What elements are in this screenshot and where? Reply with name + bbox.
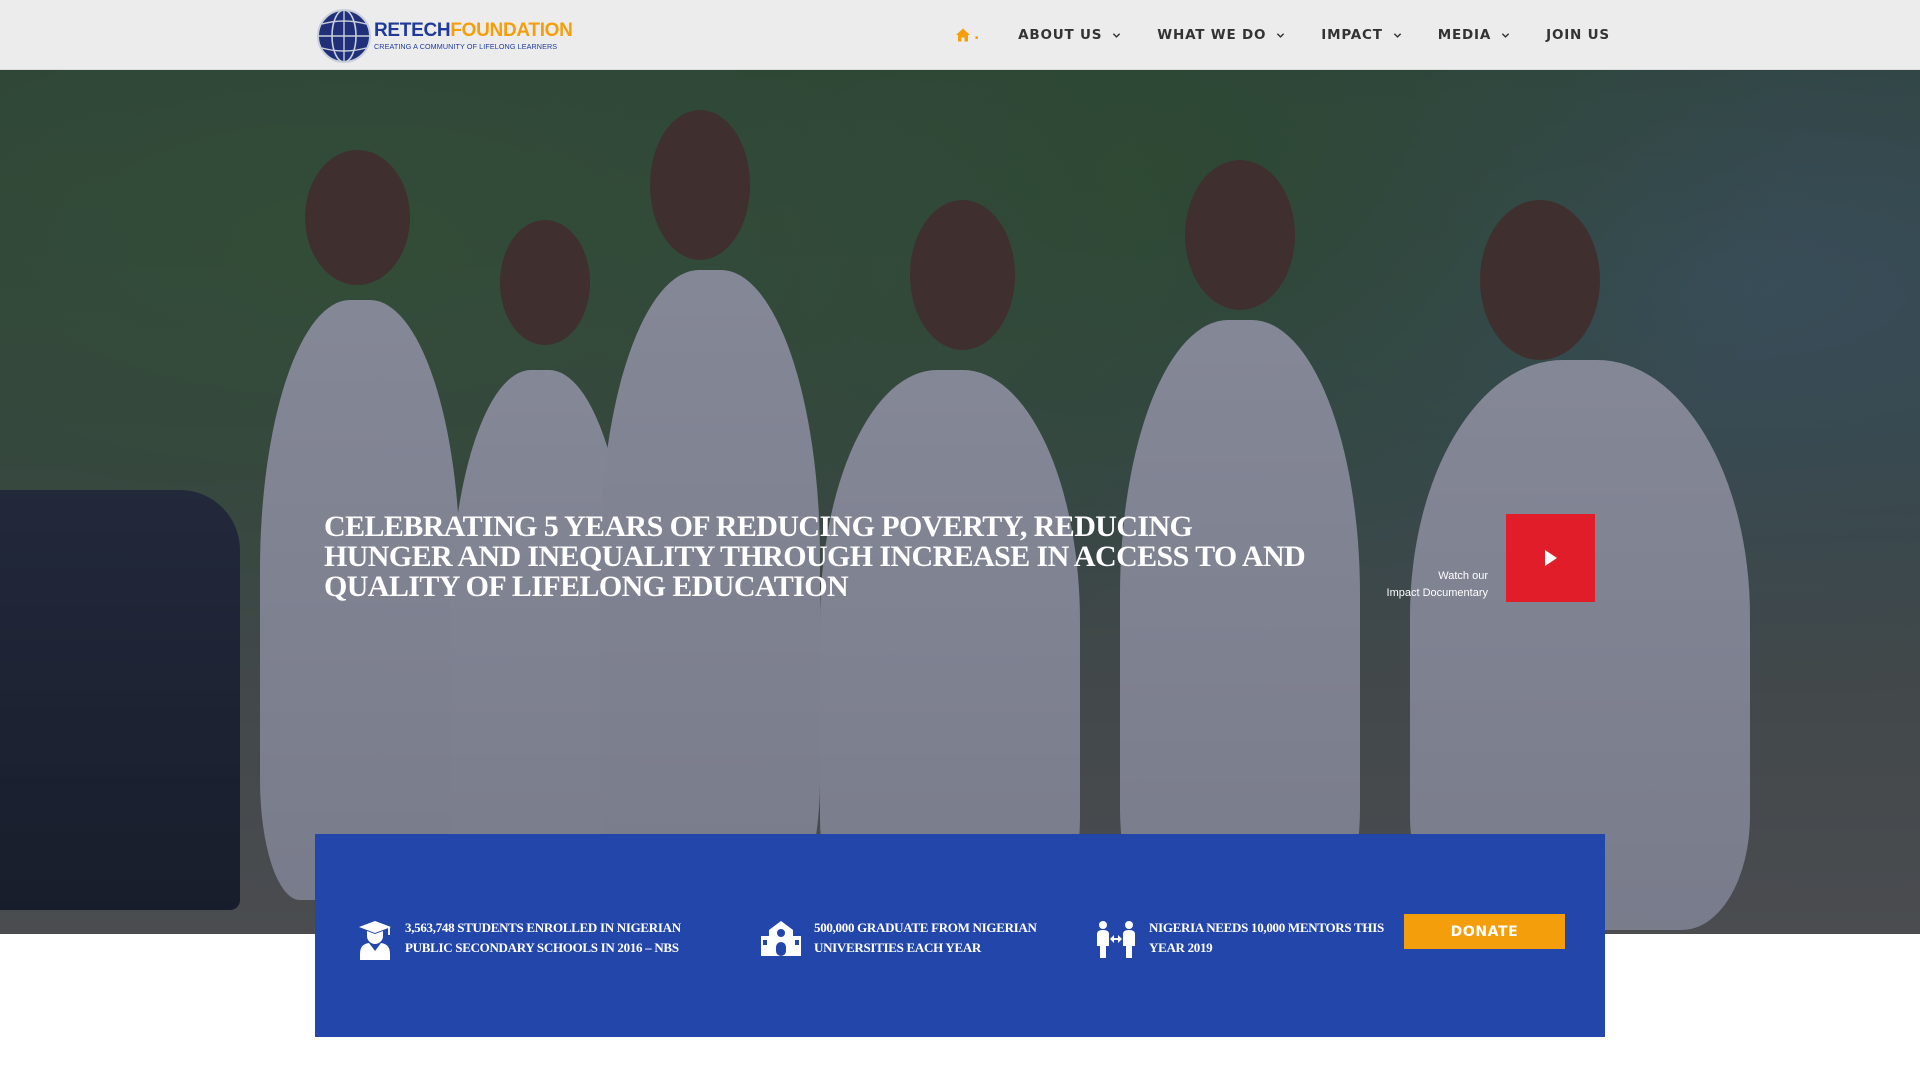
site-header: RETECHFOUNDATION CREATING A COMMUNITY OF… xyxy=(0,0,1920,70)
logo-text: RETECHFOUNDATION CREATING A COMMUNITY OF… xyxy=(374,21,573,52)
play-documentary-button[interactable] xyxy=(1506,514,1595,602)
hero-headline: CELEBRATING 5 YEARS OF REDUCING POVERTY,… xyxy=(324,510,1306,603)
nav-home-label: . xyxy=(974,27,981,43)
nav-join-us-label: JOIN US xyxy=(1546,27,1610,43)
stat-graduates: 500,000 GRADUATE FROM NIGERIAN UNIVERSIT… xyxy=(760,920,1060,958)
hero-banner xyxy=(0,70,1920,934)
hero-dark-overlay xyxy=(0,70,1920,934)
watch-documentary-caption: Watch our Impact Documentary xyxy=(1330,568,1488,602)
watch-line-2: Impact Documentary xyxy=(1386,587,1488,599)
nav-media[interactable]: MEDIA xyxy=(1438,27,1510,43)
logo-tagline: CREATING A COMMUNITY OF LIFELONG LEARNER… xyxy=(374,42,558,51)
chevron-down-icon xyxy=(1113,32,1121,38)
mentorship-icon xyxy=(1097,921,1135,958)
nav-about-us-label: ABOUT US xyxy=(1018,27,1103,43)
nav-join-us[interactable]: JOIN US xyxy=(1546,27,1610,43)
home-icon xyxy=(956,28,970,42)
stat-students: 3,563,748 STUDENTS ENROLLED IN NIGERIAN … xyxy=(357,920,717,960)
school-building-icon xyxy=(761,921,801,956)
nav-home[interactable]: . xyxy=(955,27,980,43)
nav-what-we-do[interactable]: WHAT WE DO xyxy=(1157,27,1285,43)
stat-mentors-text: NIGERIA NEEDS 10,000 MENTORS THIS YEAR 2… xyxy=(1149,920,1384,955)
nav-about-us[interactable]: ABOUT US xyxy=(1018,27,1121,43)
stat-graduates-text: 500,000 GRADUATE FROM NIGERIAN UNIVERSIT… xyxy=(814,920,1037,955)
main-nav: . ABOUT US WHAT WE DO IMPACT MEDIA JOIN … xyxy=(955,0,1610,70)
stat-students-text: 3,563,748 STUDENTS ENROLLED IN NIGERIAN … xyxy=(405,920,681,955)
graduate-icon xyxy=(359,921,391,960)
watch-line-1: Watch our xyxy=(1438,570,1488,582)
nav-impact[interactable]: IMPACT xyxy=(1321,27,1401,43)
nav-impact-label: IMPACT xyxy=(1321,27,1383,43)
chevron-down-icon xyxy=(1277,32,1285,38)
site-logo[interactable]: RETECHFOUNDATION CREATING A COMMUNITY OF… xyxy=(316,6,576,66)
logo-name-foundation: FOUNDATION xyxy=(450,20,573,41)
chevron-down-icon xyxy=(1501,32,1510,38)
globe-logo-icon xyxy=(317,9,371,63)
logo-name: RETECHFOUNDATION xyxy=(374,21,573,41)
logo-name-retech: RETECH xyxy=(374,20,451,41)
stat-mentors: NIGERIA NEEDS 10,000 MENTORS THIS YEAR 2… xyxy=(1095,920,1385,958)
stats-bar: 3,563,748 STUDENTS ENROLLED IN NIGERIAN … xyxy=(315,834,1605,1037)
nav-what-we-do-label: WHAT WE DO xyxy=(1157,27,1267,43)
play-icon xyxy=(1544,550,1557,566)
chevron-down-icon xyxy=(1393,32,1401,38)
nav-media-label: MEDIA xyxy=(1437,27,1492,43)
donate-button[interactable]: DONATE xyxy=(1404,914,1565,949)
